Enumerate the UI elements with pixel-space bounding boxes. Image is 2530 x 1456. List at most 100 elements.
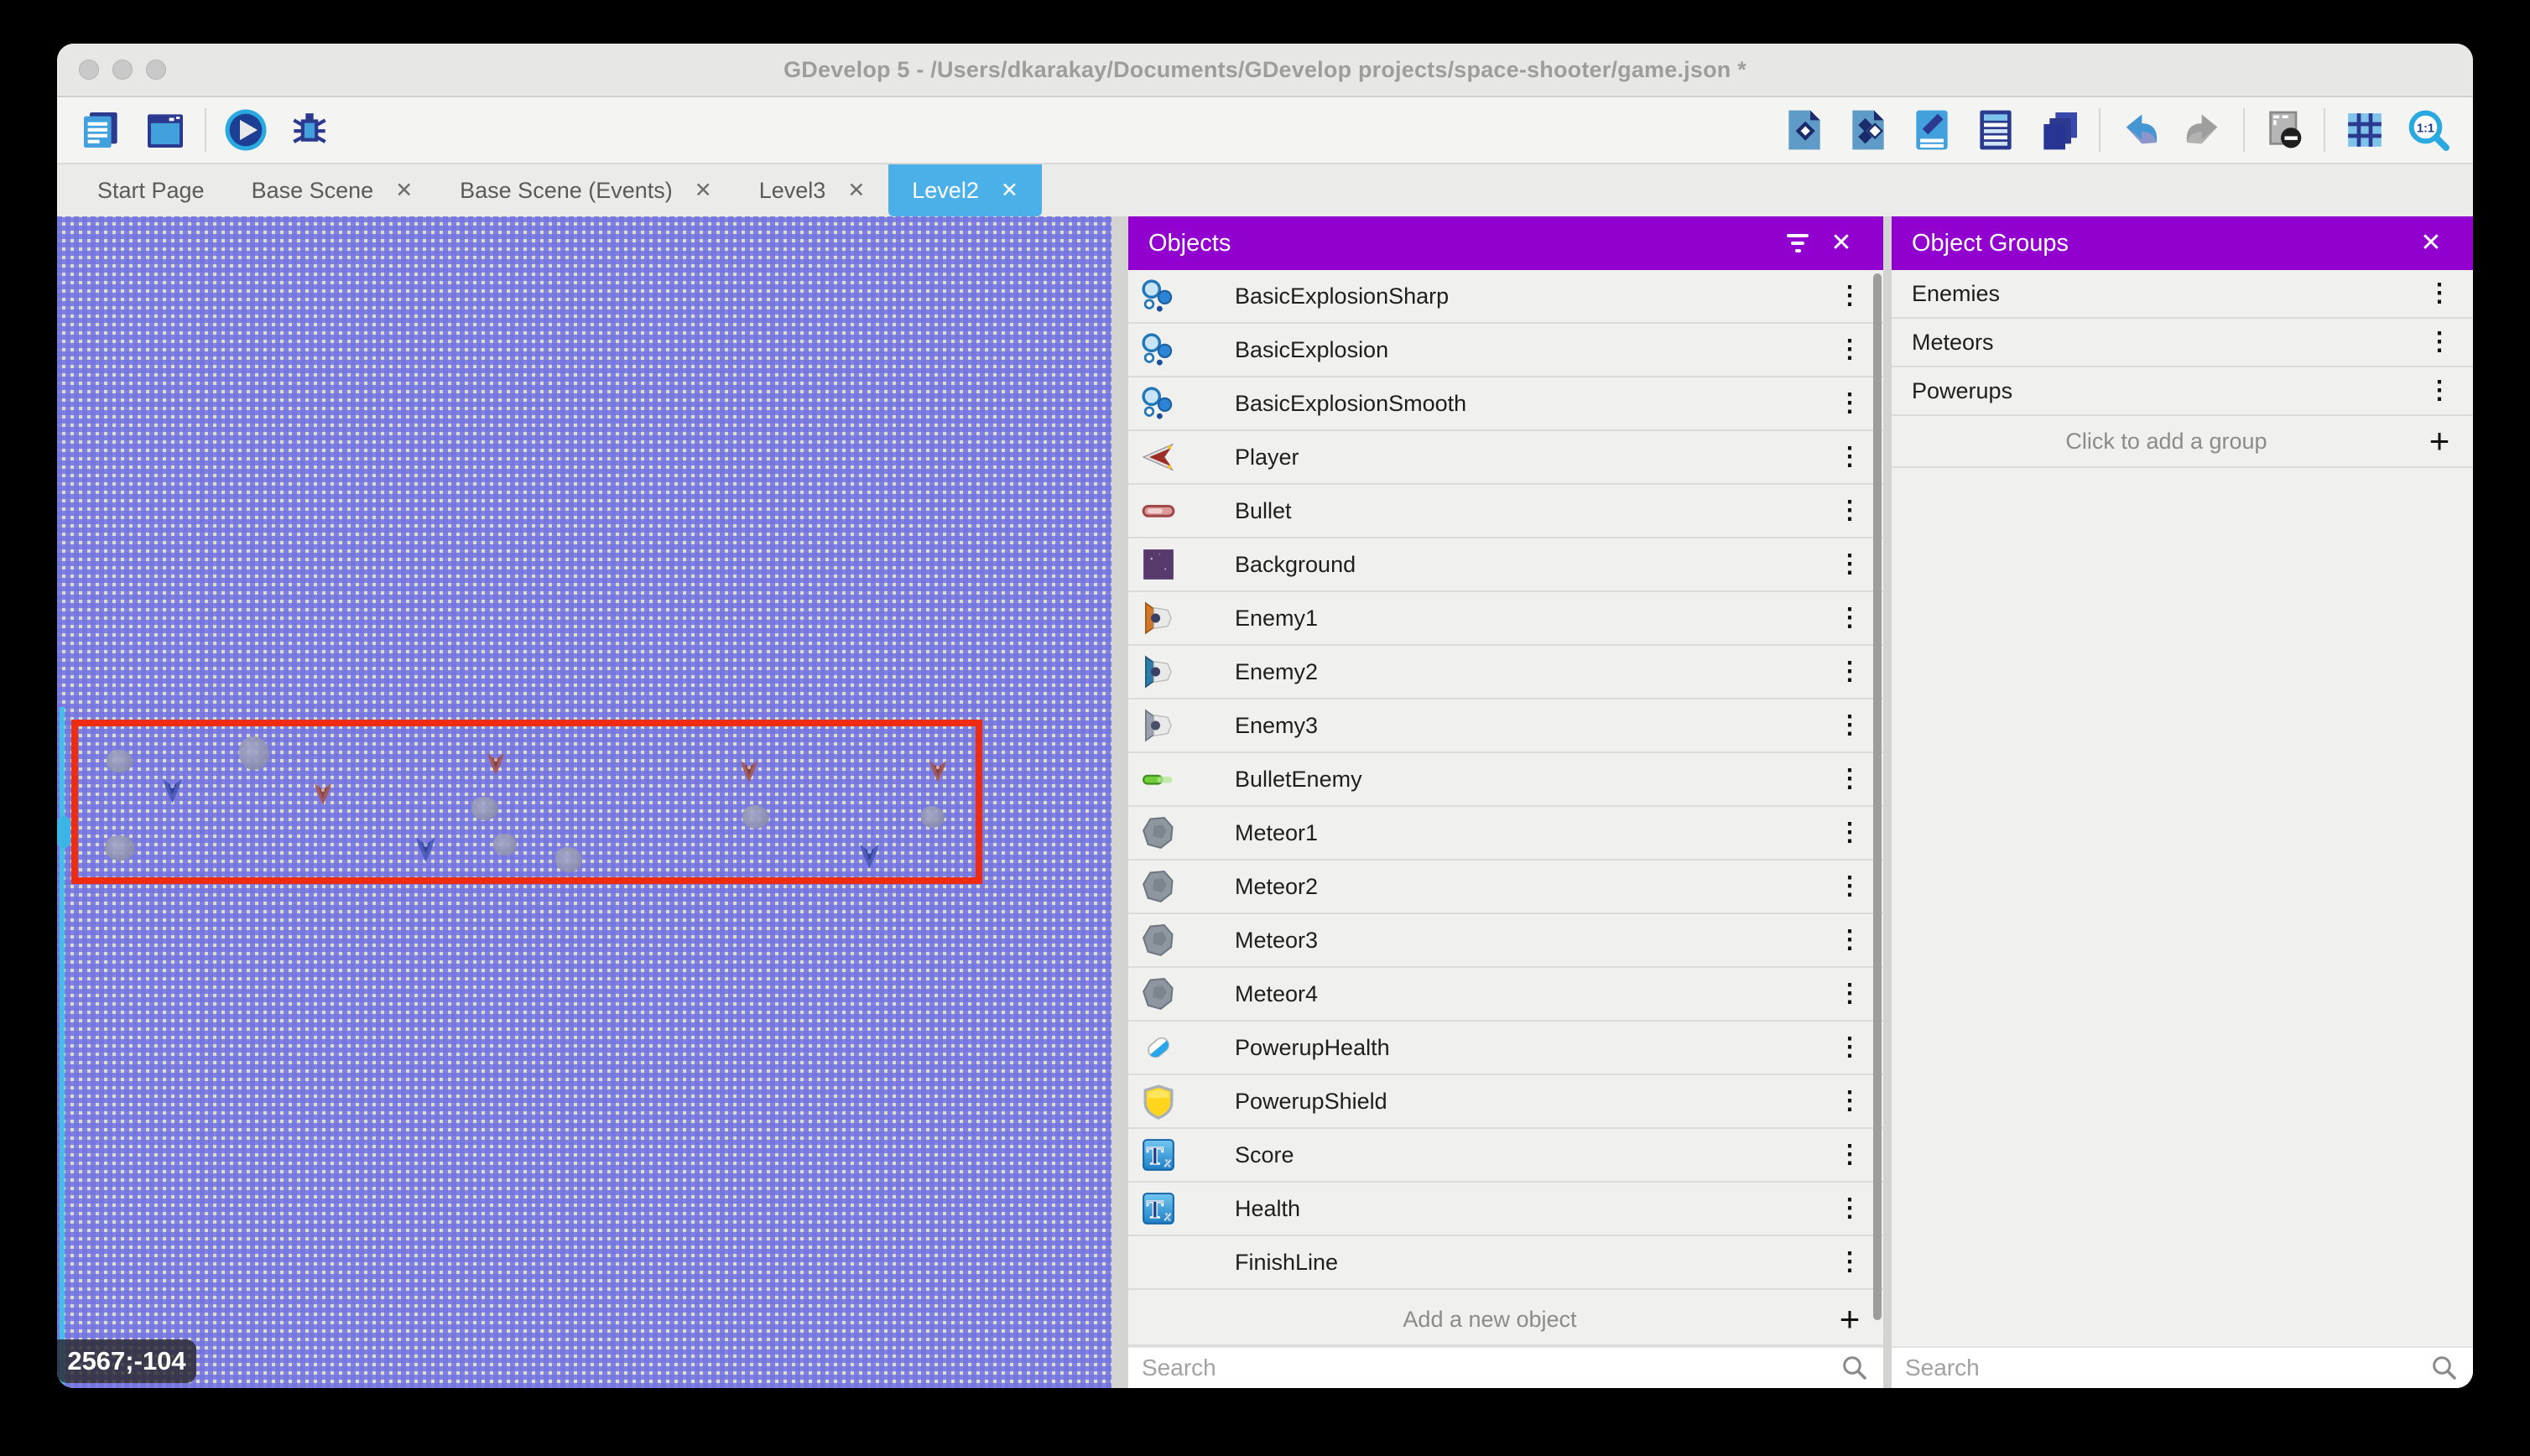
debug-icon[interactable] (285, 106, 334, 154)
meteor-instance[interactable] (471, 797, 498, 820)
object-options-icon[interactable]: ⋮ (1831, 868, 1868, 905)
object-list-item[interactable]: Tx Score ⋮ (1128, 1129, 1883, 1183)
redo-icon[interactable] (2179, 106, 2228, 154)
object-options-icon[interactable]: ⋮ (1831, 331, 1868, 368)
group-list-item[interactable]: Powerups ⋮ (1892, 367, 2473, 416)
object-list-item[interactable]: Meteor2 ⋮ (1128, 861, 1883, 914)
tab-level3[interactable]: Level3✕ (736, 164, 889, 216)
minimize-window-button[interactable] (112, 60, 133, 80)
object-options-icon[interactable]: ⋮ (1831, 439, 1868, 476)
close-object-groups-panel-icon[interactable]: ✕ (2409, 221, 2453, 265)
close-window-button[interactable] (79, 60, 99, 80)
layers-icon[interactable] (2035, 106, 2084, 154)
meteor-instance[interactable] (555, 847, 582, 872)
zoom-1-1-icon[interactable]: 1:1 (2404, 106, 2453, 154)
enemy-blue-instance[interactable] (858, 840, 881, 871)
play-icon[interactable] (221, 106, 270, 154)
meteor-instance[interactable] (105, 835, 135, 861)
object-list-item[interactable]: BasicExplosionSharp ⋮ (1128, 270, 1883, 324)
object-options-icon[interactable]: ⋮ (1831, 600, 1868, 637)
object-options-icon[interactable]: ⋮ (1831, 385, 1868, 422)
object-list-item[interactable]: Enemy2 ⋮ (1128, 646, 1883, 699)
group-options-icon[interactable]: ⋮ (2421, 275, 2458, 312)
object-list-item[interactable]: Enemy1 ⋮ (1128, 592, 1883, 646)
maximize-window-button[interactable] (146, 60, 166, 80)
object-list-item[interactable]: Enemy3 ⋮ (1128, 699, 1883, 753)
meteor-instance[interactable] (493, 834, 517, 855)
object-list-item[interactable]: FinishLine ⋮ (1128, 1236, 1883, 1290)
tab-start-page[interactable]: Start Page (74, 164, 228, 216)
object-options-icon[interactable]: ⋮ (1831, 1136, 1868, 1173)
add-group-button[interactable]: Click to add a group + (1892, 416, 2473, 468)
enemy-orange-instance[interactable] (928, 757, 948, 785)
objects-scrollbar[interactable] (1873, 273, 1882, 1320)
object-options-icon[interactable]: ⋮ (1831, 1190, 1868, 1227)
object-list-item[interactable]: Tx Health ⋮ (1128, 1183, 1883, 1236)
close-objects-panel-icon[interactable]: ✕ (1819, 221, 1863, 265)
object-options-icon[interactable]: ⋮ (1831, 278, 1868, 315)
enemy-orange-instance[interactable] (739, 757, 759, 785)
object-options-icon[interactable]: ⋮ (1831, 975, 1868, 1012)
object-list-item[interactable]: PowerupShield ⋮ (1128, 1075, 1883, 1129)
tab-level2[interactable]: Level2✕ (888, 164, 1042, 216)
object-list-item[interactable]: Meteor1 ⋮ (1128, 807, 1883, 861)
tab-close-icon[interactable]: ✕ (695, 178, 712, 203)
objects-search-input[interactable] (1142, 1355, 1840, 1381)
tab-close-icon[interactable]: ✕ (395, 178, 413, 203)
object-list-item[interactable]: BulletEnemy ⋮ (1128, 753, 1883, 807)
group-options-icon[interactable]: ⋮ (2421, 372, 2458, 409)
objects-editor-icon[interactable] (1780, 106, 1829, 154)
grid-icon[interactable] (2340, 106, 2389, 154)
properties-icon[interactable] (1908, 106, 1956, 154)
object-options-icon[interactable]: ⋮ (1831, 707, 1868, 744)
tab-close-icon[interactable]: ✕ (1001, 178, 1018, 203)
object-list-item[interactable]: BasicExplosion ⋮ (1128, 324, 1883, 377)
enemy-orange-instance[interactable] (486, 748, 506, 778)
object-list-item[interactable]: Bullet ⋮ (1128, 485, 1883, 538)
scene-canvas[interactable]: 2567;-104 (57, 216, 1111, 1388)
groups-search-input[interactable] (1905, 1355, 2429, 1381)
object-list-item[interactable]: Meteor4 ⋮ (1128, 968, 1883, 1022)
tab-base-scene-events-[interactable]: Base Scene (Events)✕ (436, 164, 736, 216)
object-options-icon[interactable]: ⋮ (1831, 761, 1868, 798)
object-list-item[interactable]: BasicExplosionSmooth ⋮ (1128, 377, 1883, 431)
meteor-instance[interactable] (239, 736, 269, 770)
tab-base-scene[interactable]: Base Scene✕ (228, 164, 437, 216)
object-options-icon[interactable]: ⋮ (1831, 1244, 1868, 1281)
instances-list-icon[interactable] (1971, 106, 2020, 154)
window-mask-icon[interactable] (2260, 106, 2309, 154)
object-list-item[interactable]: Player ⋮ (1128, 431, 1883, 485)
add-object-button[interactable]: Add a new object + (1128, 1294, 1883, 1346)
meteor-instance[interactable] (107, 750, 133, 772)
finish-line-handle[interactable] (57, 816, 70, 848)
selection-rectangle[interactable] (71, 720, 982, 884)
enemy-blue-instance[interactable] (161, 775, 184, 805)
object-options-icon[interactable]: ⋮ (1831, 814, 1868, 851)
object-groups-editor-icon[interactable] (1844, 106, 1892, 154)
meteor-instance[interactable] (742, 805, 769, 829)
group-list-item[interactable]: Meteors ⋮ (1892, 319, 2473, 367)
object-list-item[interactable]: PowerupHealth ⋮ (1128, 1022, 1883, 1075)
tab-close-icon[interactable]: ✕ (847, 178, 865, 203)
group-options-icon[interactable]: ⋮ (2421, 324, 2458, 361)
object-list-item[interactable]: Meteor3 ⋮ (1128, 914, 1883, 968)
project-manager-icon[interactable] (77, 106, 126, 154)
object-options-icon[interactable]: ⋮ (1831, 492, 1868, 529)
object-options-icon[interactable]: ⋮ (1831, 922, 1868, 959)
finish-line-object[interactable] (60, 707, 65, 1388)
toolbar: 1:1 (57, 97, 2473, 164)
filter-icon[interactable] (1776, 221, 1819, 265)
window-icon[interactable] (141, 106, 190, 154)
object-options-icon[interactable]: ⋮ (1831, 546, 1868, 583)
pill-icon (1139, 1028, 1178, 1067)
undo-icon[interactable] (2116, 106, 2164, 154)
object-options-icon[interactable]: ⋮ (1831, 1083, 1868, 1120)
object-list-item[interactable]: Background ⋮ (1128, 538, 1883, 592)
meteor-instance[interactable] (921, 806, 945, 828)
group-list-item[interactable]: Enemies ⋮ (1892, 270, 2473, 319)
explosion-icon (1139, 277, 1178, 315)
enemy-blue-instance[interactable] (414, 834, 437, 864)
object-options-icon[interactable]: ⋮ (1831, 1029, 1868, 1066)
object-options-icon[interactable]: ⋮ (1831, 653, 1868, 690)
enemy-orange-instance[interactable] (313, 778, 333, 809)
